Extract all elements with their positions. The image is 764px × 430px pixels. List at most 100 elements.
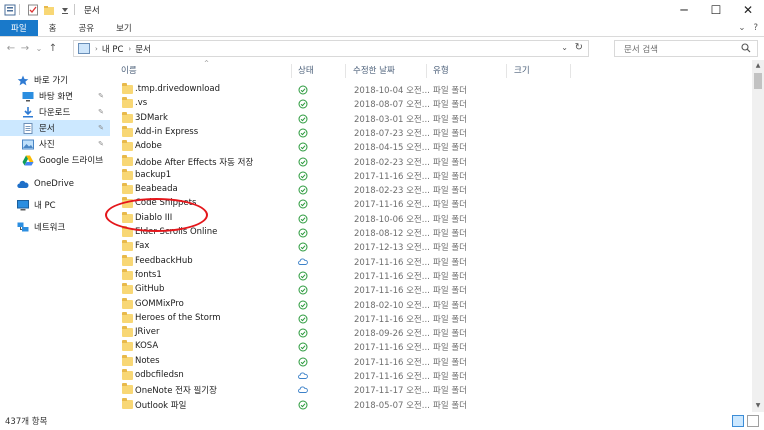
nav-this-pc[interactable]: 내 PC [0,197,110,213]
folder-icon [122,240,133,252]
vertical-scrollbar[interactable]: ▲ ▼ [752,60,764,412]
column-header-size[interactable]: 크기 [514,64,530,78]
new-folder-icon[interactable] [43,4,55,16]
address-dropdown-icon[interactable]: ⌄ [561,43,568,52]
file-type: 파일 폴더 [433,128,467,139]
recent-locations-button[interactable]: ⌄ [32,44,46,53]
column-divider[interactable] [291,64,292,78]
sort-ascending-icon: ^ [204,60,210,67]
table-row[interactable]: fonts1 2017-11-16 오전... 파일 폴더 [110,268,752,283]
tab-home[interactable]: 홈 [38,20,68,36]
tab-view[interactable]: 보기 [105,20,143,36]
tab-file[interactable]: 파일 [0,20,38,36]
checklist-icon[interactable] [27,4,39,16]
file-name: KOSA [135,341,159,352]
tab-share[interactable]: 공유 [67,20,105,36]
folder-icon [122,268,133,280]
scroll-down-icon[interactable]: ▼ [752,400,764,412]
column-divider[interactable] [570,64,571,78]
search-icon[interactable] [741,43,751,56]
column-header-date[interactable]: 수정한 날짜 [353,64,395,78]
scroll-thumb[interactable] [754,73,762,89]
file-type: 파일 폴더 [433,314,467,325]
breadcrumb-documents[interactable]: 문서 [135,43,151,55]
up-button[interactable]: ↑ [46,43,60,54]
table-row[interactable]: .tmp.drivedownload 2018-10-04 오전... 파일 폴더 [110,83,752,97]
nav-network[interactable]: 네트워크 [0,219,110,235]
refresh-icon[interactable]: ↻ [575,42,583,53]
folder-icon [122,83,133,94]
table-row[interactable]: Adobe 2018-04-15 오전... 파일 폴더 [110,140,752,154]
table-row[interactable]: Adobe After Effects 자동 저장 2018-02-23 오전..… [110,154,752,169]
file-name: Add-in Express [135,126,199,137]
help-icon[interactable]: ? [753,23,758,33]
nav-label: 바로 가기 [34,76,68,86]
modified-date: 2018-02-23 오전... [354,186,430,197]
file-type: 파일 폴더 [433,300,467,311]
synced-status-icon [298,271,308,281]
details-view-icon[interactable] [732,415,744,427]
table-row[interactable]: KOSA 2017-11-16 오전... 파일 폴더 [110,340,752,354]
synced-status-icon [298,314,308,324]
table-row[interactable]: GitHub 2017-11-16 오전... 파일 폴더 [110,283,752,297]
nav-desktop[interactable]: 바탕 화면 ✎ [0,88,110,104]
modified-date: 2018-08-07 오전... [354,100,430,111]
nav-downloads[interactable]: 다운로드 ✎ [0,104,110,120]
scroll-up-icon[interactable]: ▲ [752,60,764,72]
folder-icon [122,168,133,180]
table-row[interactable]: GOMMixPro 2018-02-10 오전... 파일 폴더 [110,297,752,312]
table-row[interactable]: Beabeada 2018-02-23 오전... 파일 폴더 [110,183,752,197]
column-header-name[interactable]: 이름 [121,64,137,78]
table-row[interactable]: Heroes of the Storm 2017-11-16 오전... 파일 폴더 [110,311,752,326]
navigation-pane: 바로 가기 바탕 화면 ✎ 다운로드 ✎ 문서 ✎ 사진 ✎ Google 드라… [0,60,110,412]
back-button[interactable]: ← [4,43,18,54]
customize-quick-access-icon[interactable] [59,4,71,16]
table-row[interactable]: Elder Scrolls Online 2018-08-12 오전... 파일 폴… [110,226,752,240]
column-divider[interactable] [506,64,507,78]
table-row[interactable]: Outlook 파일 2018-05-07 오전... 파일 폴더 [110,397,752,412]
address-bar[interactable]: › 내 PC › 문서 ⌄ ↻ [73,40,589,57]
table-row[interactable]: Fax 2017-12-13 오전... 파일 폴더 [110,240,752,254]
nav-documents[interactable]: 문서 ✎ [0,120,110,136]
column-divider[interactable] [426,64,427,78]
nav-pictures[interactable]: 사진 ✎ [0,136,110,152]
breadcrumb-this-pc[interactable]: 내 PC [102,43,124,55]
nav-onedrive[interactable]: OneDrive [0,176,110,192]
table-row[interactable]: OneNote 전자 필기장 2017-11-17 오전... 파일 폴더 [110,383,752,397]
table-row[interactable]: .vs 2018-08-07 오전... 파일 폴더 [110,97,752,111]
breadcrumb-separator[interactable]: › [95,45,98,53]
column-header-type[interactable]: 유형 [433,64,449,78]
pin-icon: ✎ [98,124,104,132]
table-row[interactable]: Add-in Express 2018-07-23 오전... 파일 폴더 [110,125,752,140]
file-name: Notes [135,355,160,366]
modified-date: 2018-10-04 오전... [354,86,430,96]
folder-icon [122,283,133,295]
maximize-button[interactable]: ☐ [700,0,732,20]
table-row[interactable]: Code Snippets 2017-11-16 오전... 파일 폴더 [110,197,752,211]
modified-date: 2017-11-17 오전... [354,386,430,397]
breadcrumb-separator[interactable]: › [128,45,131,53]
properties-icon[interactable] [4,4,16,16]
table-row[interactable]: backup1 2017-11-16 오전... 파일 폴더 [110,168,752,183]
table-row[interactable]: 3DMark 2018-03-01 오전... 파일 폴더 [110,111,752,126]
column-divider[interactable] [345,64,346,78]
forward-button[interactable]: → [18,43,32,54]
file-type: 파일 폴더 [433,343,467,354]
minimize-button[interactable]: ─ [668,0,700,20]
table-row[interactable]: odbcfiledsn 2017-11-16 오전... 파일 폴더 [110,369,752,383]
large-icons-view-icon[interactable] [747,415,759,427]
close-button[interactable]: ✕ [732,0,764,20]
search-input[interactable]: 문서 검색 [614,40,758,57]
table-row[interactable]: JRiver 2018-09-26 오전... 파일 폴더 [110,326,752,340]
nav-google-drive[interactable]: Google 드라이브 ✎ [0,152,110,168]
status-bar: 437개 항목 [0,412,764,430]
address-row: ← → ⌄ ↑ › 내 PC › 문서 ⌄ ↻ 문서 검색 [0,38,764,59]
file-name: Fax [135,241,150,252]
folder-icon [122,383,133,395]
column-header-status[interactable]: 상태 [298,64,314,78]
synced-status-icon [298,99,308,109]
expand-ribbon-icon[interactable]: ⌄ [738,23,745,33]
nav-quick-access[interactable]: 바로 가기 [0,72,110,88]
table-row[interactable]: FeedbackHub 2017-11-16 오전... 파일 폴더 [110,254,752,269]
table-row[interactable]: Notes 2017-11-16 오전... 파일 폴더 [110,354,752,369]
